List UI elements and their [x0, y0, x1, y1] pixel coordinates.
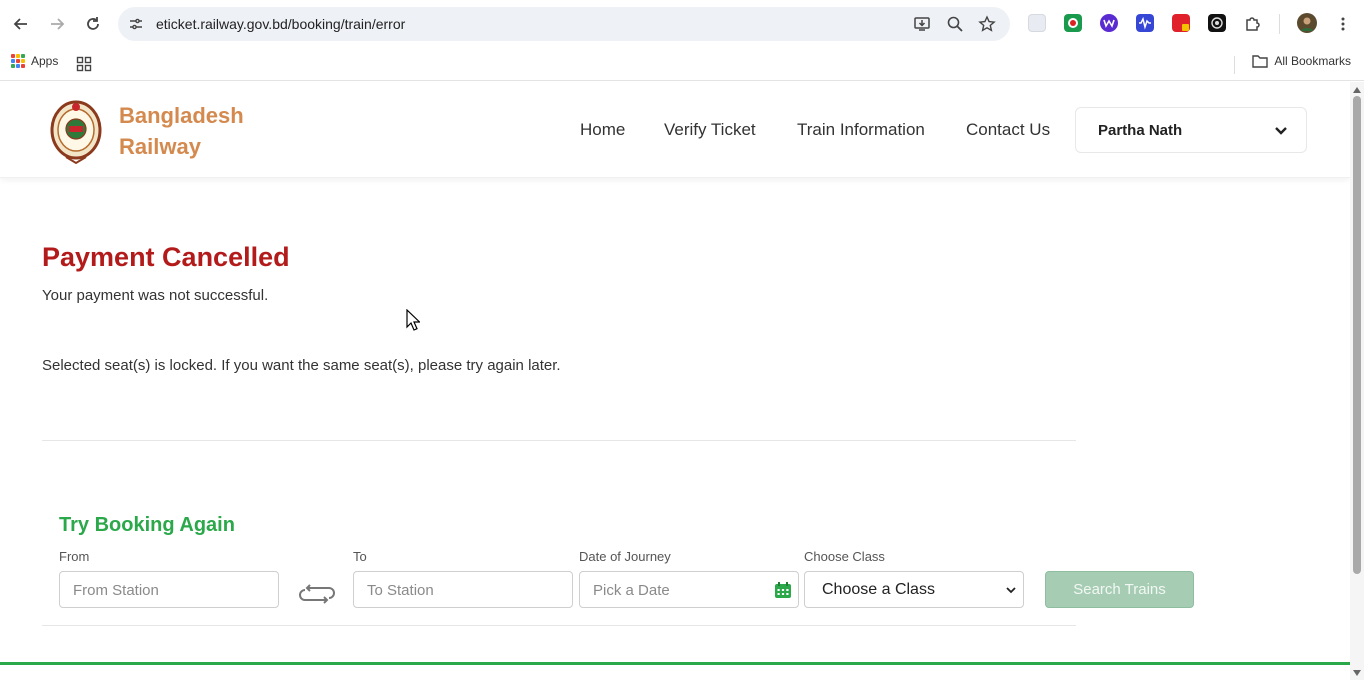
try-booking-heading: Try Booking Again: [59, 514, 235, 536]
brand-line-2: Railway: [119, 134, 201, 159]
extensions-puzzle-icon[interactable]: [1244, 14, 1262, 32]
section-divider: [42, 440, 1076, 441]
extension-blank-icon[interactable]: [1028, 14, 1046, 32]
site-settings-icon[interactable]: [128, 16, 144, 32]
bookmarks-separator: [1234, 56, 1235, 74]
bookmark-star-icon[interactable]: [978, 15, 996, 33]
brand-name[interactable]: Bangladesh Railway: [119, 100, 244, 162]
page-content: Bangladesh Railway Home Verify Ticket Tr…: [0, 82, 1350, 680]
to-station-placeholder: To Station: [367, 582, 434, 599]
select-chevron-down-icon: [1006, 587, 1016, 594]
nav-verify-ticket[interactable]: Verify Ticket: [664, 120, 756, 140]
to-station-input[interactable]: To Station: [353, 571, 573, 608]
swap-stations-icon[interactable]: [299, 582, 335, 606]
apps-grid-icon: [11, 54, 25, 68]
toolbar-separator: [1279, 14, 1280, 34]
seat-lock-notice: Selected seat(s) is locked. If you want …: [42, 357, 561, 374]
chevron-down-icon: [1275, 127, 1287, 135]
folder-icon: [1252, 55, 1269, 68]
browser-menu-icon[interactable]: [1331, 12, 1355, 36]
nav-contact-us[interactable]: Contact Us: [966, 120, 1050, 140]
extension-waveform-icon[interactable]: [1136, 14, 1154, 32]
choose-class-select[interactable]: Choose a Class: [804, 571, 1024, 608]
forward-icon[interactable]: [45, 12, 69, 36]
extension-red-record-icon[interactable]: [1064, 14, 1082, 32]
reload-icon[interactable]: [81, 12, 105, 36]
zoom-icon[interactable]: [946, 15, 964, 33]
form-divider: [42, 625, 1076, 626]
date-of-journey-input[interactable]: Pick a Date: [579, 571, 799, 608]
choose-class-value: Choose a Class: [822, 581, 935, 598]
calendar-icon[interactable]: [774, 581, 792, 599]
user-name: Partha Nath: [1098, 122, 1183, 139]
back-icon[interactable]: [9, 12, 33, 36]
error-message: Your payment was not successful.: [42, 287, 269, 304]
install-app-icon[interactable]: [913, 15, 931, 33]
bookmarks-bar: Apps All Bookmarks: [0, 48, 1364, 81]
url-text[interactable]: eticket.railway.gov.bd/booking/train/err…: [156, 16, 405, 32]
date-placeholder: Pick a Date: [593, 582, 670, 599]
nav-train-information[interactable]: Train Information: [797, 120, 925, 140]
page-title: Payment Cancelled: [42, 242, 290, 272]
from-station-placeholder: From Station: [73, 582, 159, 599]
from-station-input[interactable]: From Station: [59, 571, 279, 608]
footer-accent-line: [0, 662, 1350, 665]
extension-dark-lens-icon[interactable]: [1208, 14, 1226, 32]
profile-avatar[interactable]: [1297, 13, 1317, 33]
mouse-cursor-icon: [406, 309, 420, 331]
date-of-journey-label: Date of Journey: [579, 549, 671, 564]
all-bookmarks-label: All Bookmarks: [1274, 54, 1351, 68]
browser-toolbar: eticket.railway.gov.bd/booking/train/err…: [0, 0, 1364, 48]
tab-groups-icon[interactable]: [76, 56, 92, 77]
extension-red-badge-icon[interactable]: [1172, 14, 1190, 32]
bangladesh-railway-logo[interactable]: [50, 99, 102, 165]
address-bar[interactable]: eticket.railway.gov.bd/booking/train/err…: [118, 7, 1010, 41]
brand-line-1: Bangladesh: [119, 103, 244, 128]
all-bookmarks-button[interactable]: All Bookmarks: [1252, 54, 1351, 68]
site-header: Bangladesh Railway Home Verify Ticket Tr…: [0, 82, 1350, 178]
scroll-up-arrow[interactable]: [1353, 87, 1361, 93]
to-label: To: [353, 549, 367, 564]
apps-bookmark[interactable]: Apps: [11, 54, 58, 68]
user-menu-dropdown[interactable]: Partha Nath: [1075, 107, 1307, 153]
scrollbar-thumb[interactable]: [1353, 96, 1361, 574]
choose-class-label: Choose Class: [804, 549, 885, 564]
from-label: From: [59, 549, 90, 564]
nav-home[interactable]: Home: [580, 120, 625, 140]
search-trains-button[interactable]: Search Trains: [1045, 571, 1194, 608]
scroll-down-arrow[interactable]: [1353, 670, 1361, 676]
page-scrollbar[interactable]: [1350, 82, 1364, 680]
apps-label: Apps: [31, 54, 59, 68]
extension-purple-w-icon[interactable]: [1100, 14, 1118, 32]
